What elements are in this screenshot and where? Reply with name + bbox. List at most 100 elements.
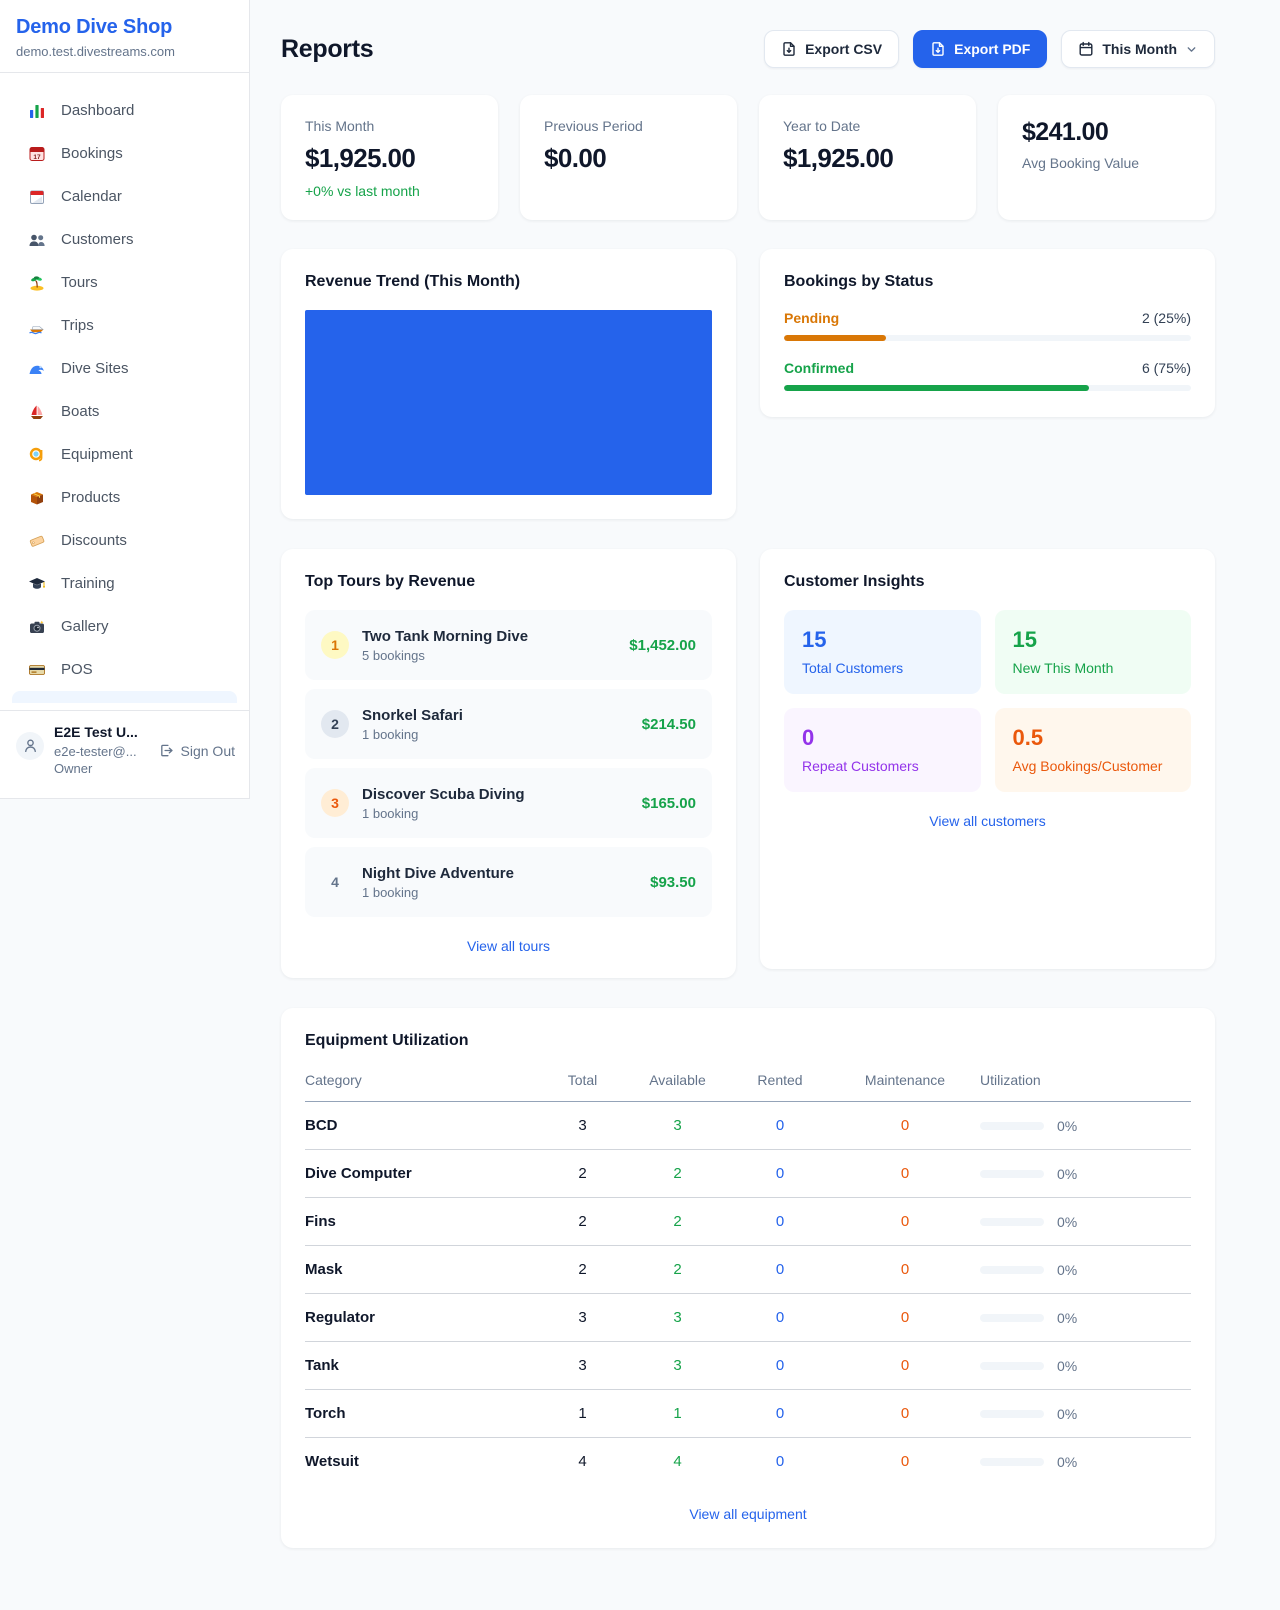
- equipment-category: Wetsuit: [305, 1438, 540, 1486]
- tour-row: 1Two Tank Morning Dive5 bookings$1,452.0…: [305, 610, 712, 680]
- view-all-customers-link[interactable]: View all customers: [784, 813, 1191, 829]
- equipment-available: 2: [625, 1246, 730, 1294]
- insight-label: Avg Bookings/Customer: [1013, 758, 1174, 774]
- top-tours-title: Top Tours by Revenue: [305, 573, 712, 591]
- equipment-available: 4: [625, 1438, 730, 1486]
- tour-row: 2Snorkel Safari1 booking$214.50: [305, 689, 712, 759]
- stat-delta: +0% vs last month: [305, 183, 474, 199]
- sidebar-item-label: Dashboard: [61, 102, 134, 119]
- stat-label: Avg Booking Value: [1022, 155, 1191, 171]
- equipment-maintenance: 0: [830, 1342, 980, 1390]
- tour-name: Snorkel Safari: [362, 707, 629, 724]
- discounts-icon: [28, 532, 46, 550]
- export-csv-button[interactable]: Export CSV: [764, 30, 899, 68]
- sidebar-item-reports-partial[interactable]: [12, 691, 237, 703]
- equipment-maintenance: 0: [830, 1198, 980, 1246]
- utilization-percent: 0%: [1057, 1310, 1077, 1326]
- stat-value: $241.00: [1022, 118, 1191, 147]
- equipment-available: 1: [625, 1390, 730, 1438]
- tour-row: 3Discover Scuba Diving1 booking$165.00: [305, 768, 712, 838]
- user-info: E2E Test U... e2e-tester@... Owner: [54, 724, 149, 778]
- sidebar-item-products[interactable]: Products: [12, 476, 237, 519]
- table-row: Mask22000%: [305, 1246, 1191, 1294]
- insight-label: Repeat Customers: [802, 758, 963, 774]
- utilization-percent: 0%: [1057, 1262, 1077, 1278]
- utilization-bar: [980, 1314, 1044, 1322]
- insight-value: 15: [1013, 627, 1174, 653]
- sidebar-item-gallery[interactable]: Gallery: [12, 605, 237, 648]
- export-pdf-button[interactable]: Export PDF: [913, 30, 1047, 68]
- column-header-total: Total: [540, 1064, 625, 1102]
- table-row: Fins22000%: [305, 1198, 1191, 1246]
- status-label: Confirmed: [784, 360, 854, 376]
- bookings-by-status-card: Bookings by Status Pending2 (25%) Confirm…: [760, 249, 1215, 417]
- insight-label: Total Customers: [802, 660, 963, 676]
- person-icon: [22, 737, 39, 754]
- sign-out-button[interactable]: Sign Out: [159, 743, 235, 759]
- shop-domain: demo.test.divestreams.com: [16, 44, 233, 59]
- export-pdf-label: Export PDF: [954, 41, 1030, 57]
- sidebar-item-label: Training: [61, 575, 115, 592]
- equipment-utilization-card: Equipment Utilization CategoryTotalAvail…: [281, 1008, 1215, 1548]
- status-progress-fill: [784, 385, 1089, 391]
- equipment-utilization: 0%: [980, 1102, 1191, 1150]
- sidebar-item-dive-sites[interactable]: Dive Sites: [12, 347, 237, 390]
- sidebar-item-discounts[interactable]: Discounts: [12, 519, 237, 562]
- sidebar-item-customers[interactable]: Customers: [12, 218, 237, 261]
- column-header-utilization: Utilization: [980, 1064, 1191, 1102]
- sidebar-item-equipment[interactable]: Equipment: [12, 433, 237, 476]
- sign-out-icon: [159, 743, 174, 758]
- equipment-maintenance: 0: [830, 1294, 980, 1342]
- calendar-icon: [1078, 41, 1094, 57]
- sidebar-item-calendar[interactable]: Calendar: [12, 175, 237, 218]
- table-row: Torch11000%: [305, 1390, 1191, 1438]
- tour-row: 4Night Dive Adventure1 booking$93.50: [305, 847, 712, 917]
- insight-tile-total-customers: 15 Total Customers: [784, 610, 981, 694]
- sidebar-item-label: Gallery: [61, 618, 109, 635]
- sidebar-item-boats[interactable]: Boats: [12, 390, 237, 433]
- gallery-icon: [28, 618, 46, 636]
- equipment-utilization: 0%: [980, 1150, 1191, 1198]
- equipment-available: 3: [625, 1294, 730, 1342]
- view-all-tours-link[interactable]: View all tours: [305, 938, 712, 954]
- sidebar-item-bookings[interactable]: 17Bookings: [12, 132, 237, 175]
- equipment-category: BCD: [305, 1102, 540, 1150]
- view-all-equipment-link[interactable]: View all equipment: [305, 1506, 1191, 1522]
- equipment-rented: 0: [730, 1390, 830, 1438]
- sidebar-item-label: POS: [61, 661, 93, 678]
- table-row: Regulator33000%: [305, 1294, 1191, 1342]
- equipment-table-header: CategoryTotalAvailableRentedMaintenanceU…: [305, 1064, 1191, 1102]
- utilization-percent: 0%: [1057, 1406, 1077, 1422]
- sidebar-item-training[interactable]: Training: [12, 562, 237, 605]
- sidebar-item-pos[interactable]: POS: [12, 648, 237, 691]
- main-content: Reports Export CSV Export PDF This Month…: [250, 0, 1280, 1588]
- equipment-total: 1: [540, 1390, 625, 1438]
- tour-revenue: $93.50: [650, 874, 696, 891]
- column-header-category: Category: [305, 1064, 540, 1102]
- equipment-rented: 0: [730, 1198, 830, 1246]
- page-title: Reports: [281, 35, 373, 64]
- insight-tile-avg-bookings-customer: 0.5Avg Bookings/Customer: [995, 708, 1192, 792]
- period-select[interactable]: This Month: [1061, 30, 1215, 68]
- equipment-rented: 0: [730, 1102, 830, 1150]
- equipment-total: 3: [540, 1342, 625, 1390]
- equipment-rented: 0: [730, 1294, 830, 1342]
- equipment-total: 3: [540, 1102, 625, 1150]
- insight-value: 0: [802, 725, 963, 751]
- sidebar-item-tours[interactable]: Tours: [12, 261, 237, 304]
- user-role: Owner: [54, 760, 149, 778]
- status-row-pending: Pending2 (25%): [784, 310, 1191, 341]
- bookings-by-status-title: Bookings by Status: [784, 273, 1191, 291]
- sidebar-item-label: Products: [61, 489, 120, 506]
- equipment-available: 3: [625, 1102, 730, 1150]
- rank-badge: 2: [321, 710, 349, 738]
- sidebar-nav: Dashboard 17BookingsCalendarCustomersTour…: [0, 73, 249, 691]
- tour-bookings: 1 booking: [362, 885, 637, 900]
- sidebar-item-dashboard[interactable]: Dashboard: [12, 89, 237, 132]
- stat-card: $241.00 Avg Booking Value: [998, 95, 1215, 220]
- insight-tile-new-this-month: 15New This Month: [995, 610, 1192, 694]
- equipment-utilization-title: Equipment Utilization: [305, 1032, 1191, 1050]
- equipment-category: Mask: [305, 1246, 540, 1294]
- sidebar-item-trips[interactable]: Trips: [12, 304, 237, 347]
- insight-value: 15: [802, 627, 963, 653]
